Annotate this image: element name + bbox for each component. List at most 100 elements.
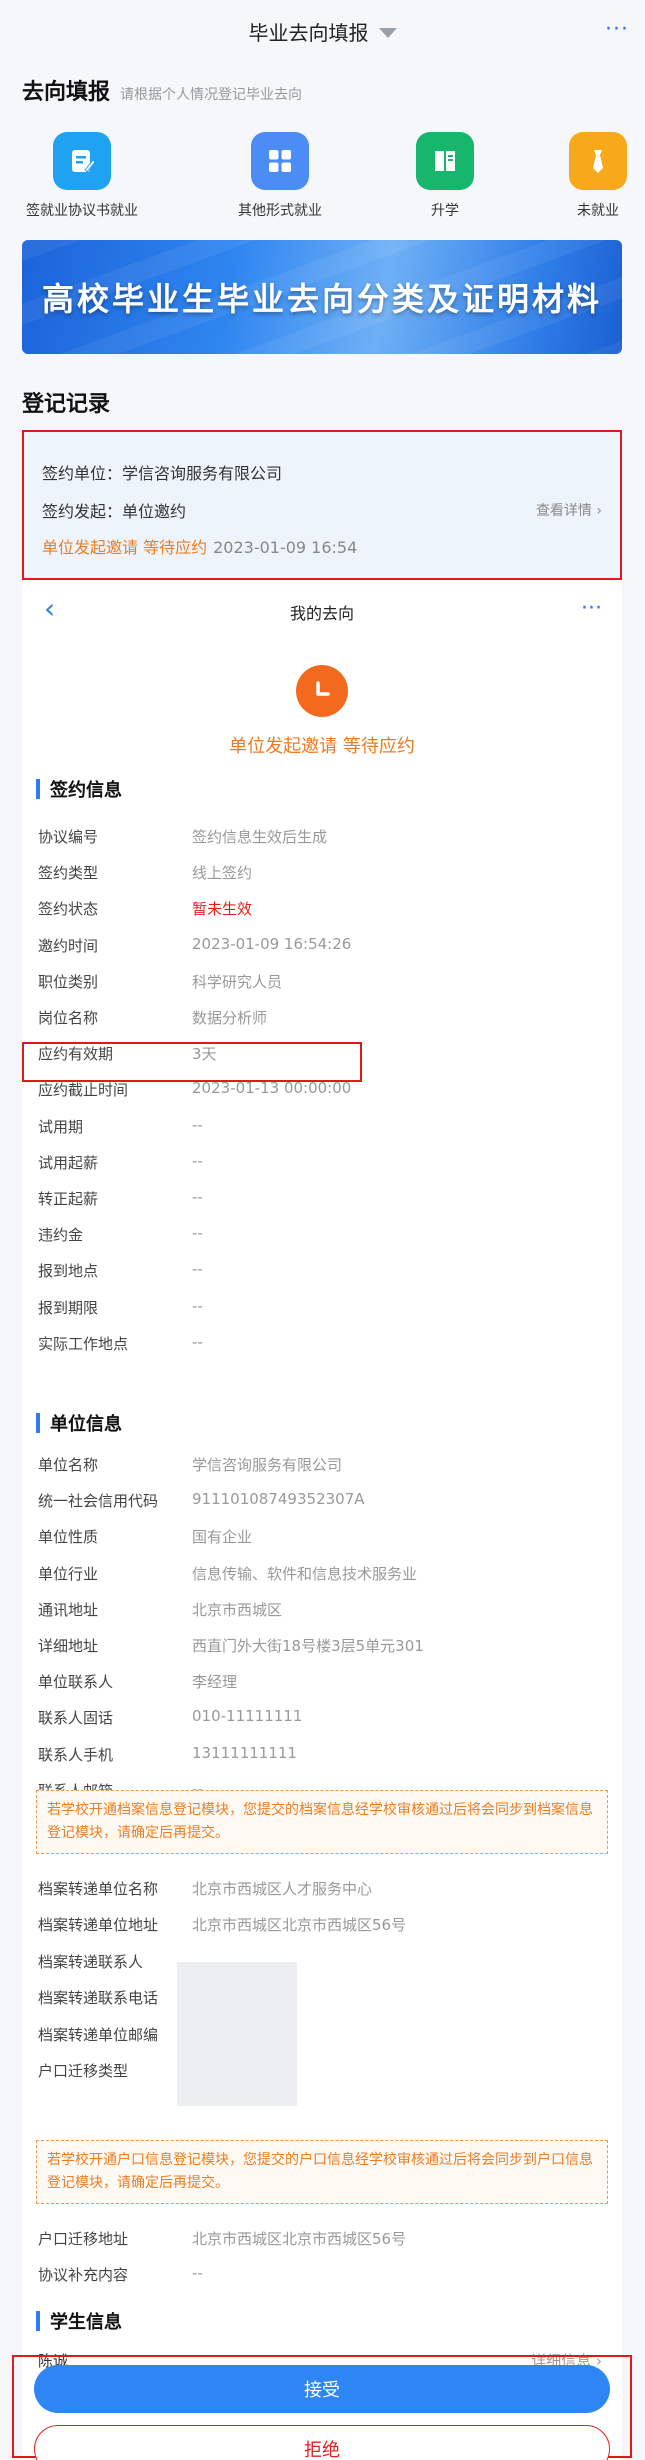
records-heading: 登记记录 — [22, 392, 111, 417]
info-key: 统一社会信用代码 — [38, 1492, 159, 1511]
record-status: 单位发起邀请 等待应约 2023-01-09 16:54 — [42, 534, 357, 558]
info-row: 通讯地址 北京市西城区 — [22, 1591, 622, 1627]
more-icon[interactable]: ··· — [605, 17, 629, 42]
info-value: 线上签约 — [192, 864, 253, 883]
reject-button[interactable]: 拒绝 — [34, 2425, 610, 2460]
info-row: 单位行业 信息传输、软件和信息技术服务业 — [22, 1555, 622, 1591]
detail-status: 单位发起邀请 等待应约 — [229, 736, 415, 757]
info-value: 北京市西城区北京市西城区56号 — [192, 2230, 407, 2248]
info-row: 邀约时间 2023-01-09 16:54:26 — [22, 927, 622, 963]
info-key: 岗位名称 — [38, 1009, 99, 1027]
info-key: 报到地点 — [38, 1262, 99, 1281]
info-row: 档案转递联系电话 — [22, 1979, 622, 2015]
info-key: 报到期限 — [38, 1298, 99, 1317]
record-initiator-label: 签约发起： — [42, 502, 123, 521]
record-status-text: 单位发起邀请 等待应约 — [42, 538, 208, 557]
view-detail-link[interactable]: 查看详情 › — [536, 500, 602, 520]
info-value: 北京市西城区北京市西城区56号 — [192, 1916, 407, 1935]
info-banner[interactable]: 高校毕业生毕业去向分类及证明材料 — [22, 240, 622, 354]
info-row: 档案转递单位地址 北京市西城区北京市西城区56号 — [22, 1906, 622, 1942]
info-row: 统一社会信用代码 91110108749352307A — [22, 1482, 622, 1518]
accept-button[interactable]: 接受 — [34, 2365, 610, 2413]
info-key: 档案转递单位地址 — [38, 1916, 159, 1935]
info-key: 联系人固话 — [38, 1709, 114, 1728]
record-initiator: 签约发起：单位邀约 — [42, 498, 186, 522]
info-row: 户口迁移类型托管单位接收 — [22, 2052, 622, 2088]
info-value: -- — [192, 1260, 203, 1279]
info-row: 转正起薪 -- — [22, 1180, 622, 1216]
info-key: 档案转递单位邮编 — [38, 2025, 159, 2044]
info-value: 签约信息生效后生成 — [192, 828, 328, 846]
option-agreement-employment[interactable]: 签就业协议书就业 — [12, 132, 152, 220]
info-key: 通讯地址 — [38, 1600, 99, 1619]
info-key: 实际工作地点 — [38, 1334, 129, 1353]
info-row: 违约金 -- — [22, 1216, 622, 1252]
book-icon — [416, 132, 474, 190]
top-bar: 毕业去向填报 ··· — [0, 0, 645, 62]
info-key: 单位联系人 — [38, 1673, 114, 1692]
info-value: 2023-01-13 00:00:00 — [192, 1079, 352, 1098]
record-time: 2023-01-09 16:54 — [213, 538, 358, 557]
option-label: 其他形式就业 — [238, 203, 322, 219]
info-value: -- — [192, 1224, 203, 1243]
tie-icon — [569, 132, 627, 190]
info-row: 户口迁移地址 北京市西城区北京市西城区56号 — [22, 2220, 622, 2256]
detail-header: ‹ 我的去向 ··· — [22, 580, 622, 642]
info-value: 北京市西城区人才服务中心 — [192, 1880, 373, 1898]
info-key: 职位类别 — [38, 972, 99, 991]
info-value: -- — [192, 2264, 203, 2282]
info-row: 档案转递单位邮编 — [22, 2016, 622, 2052]
record-initiator-value: 单位邀约 — [122, 502, 187, 521]
info-key: 单位性质 — [38, 1528, 99, 1547]
info-key: 档案转递联系电话 — [38, 1989, 159, 2008]
info-row: 协议编号 签约信息生效后生成 — [22, 818, 622, 854]
info-value: -- — [192, 1115, 203, 1134]
student-info-heading: 学生信息 — [36, 2308, 122, 2334]
option-label: 升学 — [431, 203, 459, 219]
option-unemployed[interactable]: 未就业 — [528, 132, 645, 220]
info-row: 联系人固话 010-11111111 — [22, 1699, 622, 1735]
archive-notice: 若学校开通档案信息登记模块，您提交的档案信息经学校审核通过后将会同步到档案信息登… — [36, 1790, 608, 1854]
dropdown-icon[interactable] — [378, 28, 397, 38]
info-key: 应约截止时间 — [38, 1081, 129, 1100]
fill-heading-text: 去向填报 — [22, 80, 111, 105]
action-area: 接受 拒绝 — [12, 2355, 632, 2460]
more-icon[interactable]: ··· — [581, 596, 602, 621]
top-section: 毕业去向填报 ··· 去向填报 请根据个人情况登记毕业去向 签就业协议书就业 其他… — [0, 0, 645, 580]
page-title[interactable]: 毕业去向填报 — [249, 17, 369, 46]
info-row: 档案转递联系人 — [22, 1943, 622, 1979]
info-key: 签约类型 — [38, 864, 99, 883]
grid-icon — [251, 132, 309, 190]
info-row: 试用起薪 -- — [22, 1144, 622, 1180]
info-row: 签约状态 暂未生效 — [22, 890, 622, 926]
info-value: -- — [192, 1332, 203, 1351]
info-key: 试用起薪 — [38, 1153, 99, 1172]
info-key: 详细地址 — [38, 1637, 99, 1655]
info-value: -- — [192, 1151, 203, 1170]
info-key: 签约状态 — [38, 900, 99, 919]
info-value: 暂未生效 — [192, 900, 253, 919]
detail-title: 我的去向 — [289, 604, 354, 623]
info-value: 科学研究人员 — [192, 972, 283, 991]
info-key: 协议补充内容 — [38, 2266, 129, 2284]
option-further-study[interactable]: 升学 — [375, 132, 515, 220]
info-value: 13111111111 — [192, 1743, 297, 1762]
info-row: 详细地址 西直门外大街18号楼3层5单元301 — [22, 1627, 622, 1663]
record-unit-value: 学信咨询服务有限公司 — [122, 464, 283, 483]
record-card[interactable]: 签约单位：学信咨询服务有限公司 签约发起：单位邀约 查看详情 › 单位发起邀请 … — [22, 430, 622, 580]
edit-icon — [53, 132, 111, 190]
info-key: 户口迁移类型 — [38, 2062, 129, 2080]
info-key: 协议编号 — [38, 828, 99, 846]
info-key: 档案转递联系人 — [38, 1952, 144, 1971]
info-value: 2023-01-09 16:54:26 — [192, 934, 352, 953]
info-value: -- — [192, 1188, 203, 1206]
info-row: 报到期限 -- — [22, 1289, 622, 1325]
info-key: 单位名称 — [38, 1456, 99, 1474]
option-other-employment[interactable]: 其他形式就业 — [210, 132, 350, 220]
info-row: 单位联系人 李经理 — [22, 1663, 622, 1699]
destination-options: 签就业协议书就业 其他形式就业 升学 未就业 — [0, 132, 645, 232]
info-key: 邀约时间 — [38, 936, 99, 955]
info-value: 北京市西城区 — [192, 1600, 283, 1619]
info-row: 联系人手机 13111111111 — [22, 1736, 622, 1772]
info-key: 户口迁移地址 — [38, 2230, 129, 2248]
